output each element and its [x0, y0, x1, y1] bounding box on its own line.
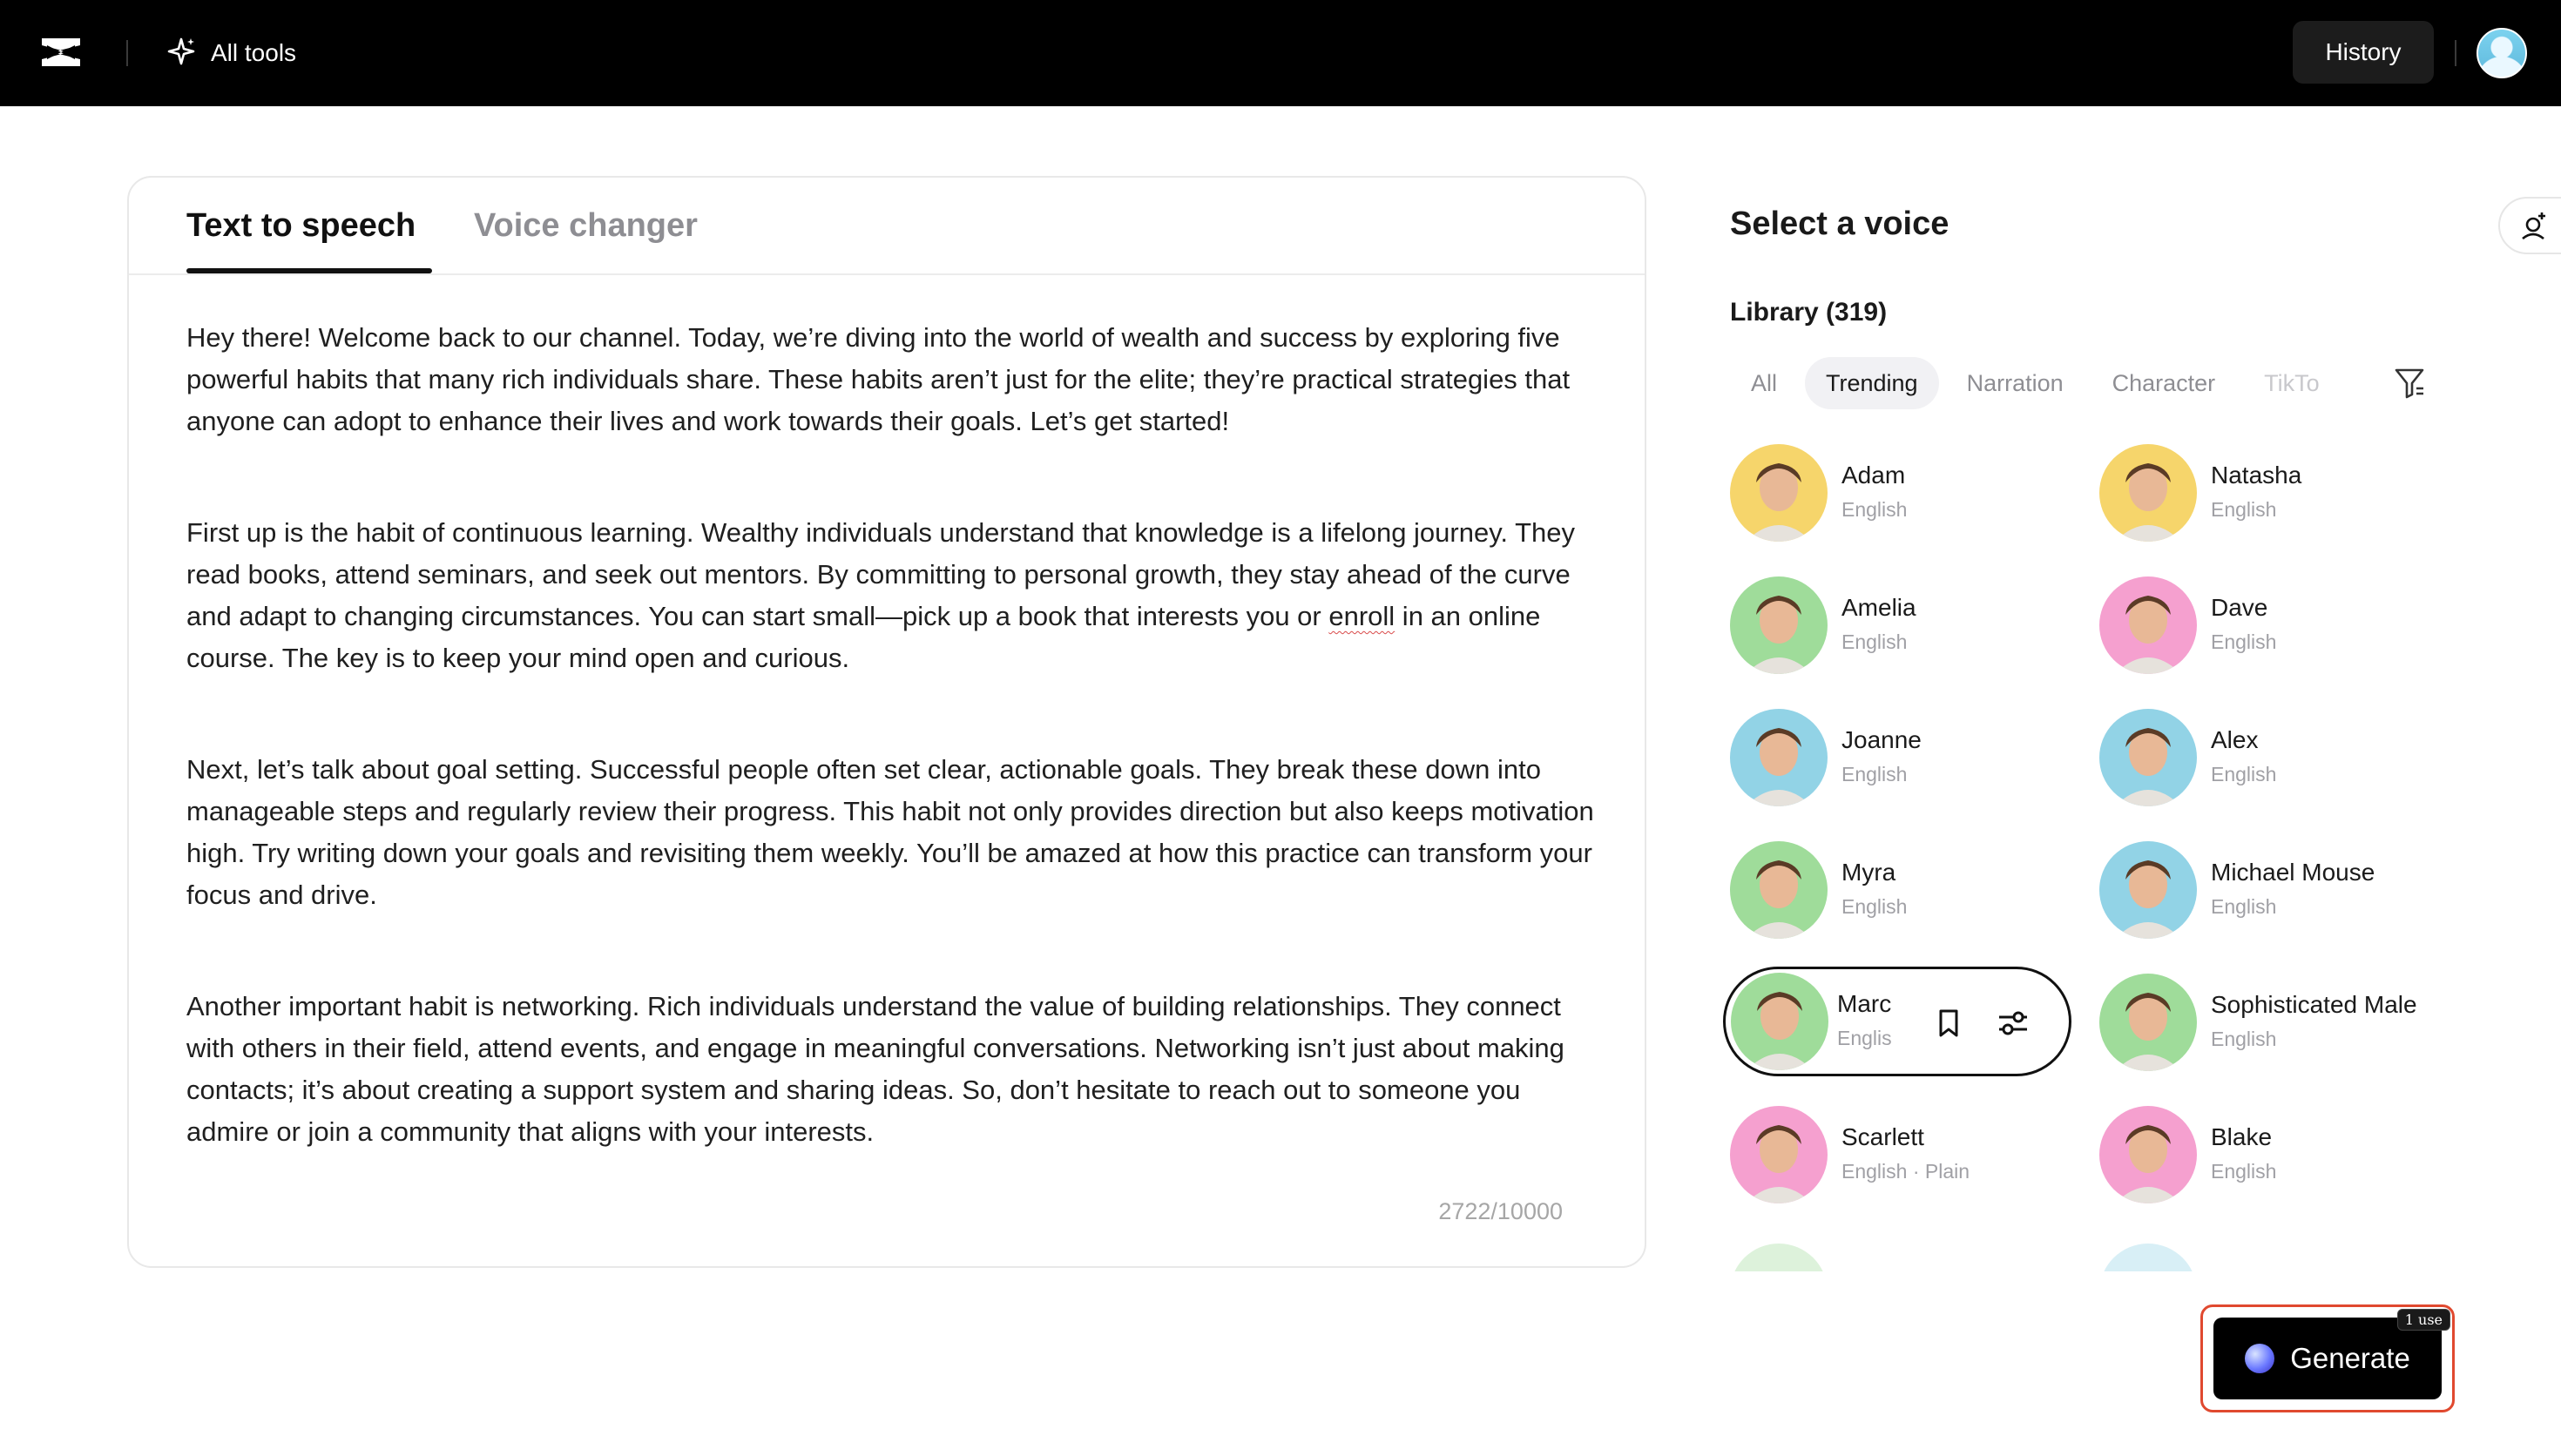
voice-avatar — [1730, 709, 1828, 806]
voice-name: Sophisticated Male — [2211, 991, 2417, 1018]
voice-card-myra[interactable]: Myra English — [1730, 838, 2078, 942]
tab-text-to-speech[interactable]: Text to speech — [186, 207, 416, 245]
voice-card-joanne[interactable]: Joanne English — [1730, 705, 2078, 810]
voice-avatar — [2099, 709, 2197, 806]
sparkle-icon — [166, 36, 197, 71]
voice-card-michael-mouse[interactable]: Michael Mouse English — [2099, 838, 2448, 942]
bookmark-icon[interactable] — [1928, 1002, 1970, 1044]
voice-name: Michael Mouse — [2211, 859, 2375, 886]
voice-name: Amelia — [1841, 594, 1916, 621]
character-count: 2722/10000 — [1438, 1198, 1563, 1224]
voice-card-dave[interactable]: Dave English — [2099, 573, 2448, 677]
voice-language: English — [2211, 630, 2277, 653]
voice-name: Dave — [2211, 594, 2268, 621]
generate-label: Generate — [2290, 1342, 2410, 1374]
paragraph: Another important habit is networking. R… — [186, 991, 1572, 1147]
chip-trending[interactable]: Trending — [1805, 357, 1939, 409]
voice-name: Alex — [2211, 726, 2259, 753]
tab-voice-changer[interactable]: Voice changer — [474, 207, 698, 245]
voice-category-chips: All Trending Narration Character TikTo — [1730, 357, 2441, 409]
voice-avatar — [2099, 841, 2197, 939]
uses-badge: 1 use — [2396, 1309, 2450, 1331]
voice-name: Scarlett — [1841, 1123, 1924, 1150]
adjust-settings-icon[interactable] — [1992, 1002, 2034, 1044]
active-tab-indicator — [186, 268, 432, 273]
voice-card-alex[interactable]: Alex English — [2099, 705, 2448, 810]
voice-avatar — [2099, 974, 2197, 1071]
paragraph: Hey there! Welcome back to our channel. … — [186, 322, 1578, 436]
voice-name: Marc — [1837, 990, 1892, 1017]
all-tools-label: All tools — [211, 39, 297, 66]
voice-language: English — [2211, 763, 2277, 785]
voice-name: Adam — [1841, 462, 1906, 489]
voice-name: Myra — [1841, 859, 1896, 886]
all-tools-button[interactable]: All tools — [166, 35, 296, 71]
chip-narration[interactable]: Narration — [1946, 357, 2085, 409]
topbar-divider — [126, 40, 128, 66]
voice-name: Blake — [2211, 1123, 2273, 1150]
misspelled-word[interactable]: enroll — [1328, 601, 1395, 631]
select-voice-title: Select a voice — [1730, 206, 1949, 242]
editor-panel: Text to speech Voice changer Hey there! … — [127, 176, 1646, 1268]
voice-language: English — [2211, 1160, 2277, 1183]
chip-all[interactable]: All — [1730, 357, 1798, 409]
voice-clone-button[interactable] — [2498, 197, 2561, 254]
voice-language: Englis — [1837, 1027, 1892, 1049]
library-heading: Library (319) — [1730, 298, 1888, 327]
voice-language: English — [1841, 763, 1908, 785]
voice-card-scarlett[interactable]: Scarlett English · Plain — [1730, 1102, 2078, 1207]
topbar-divider — [2455, 40, 2456, 66]
voice-name: Natasha — [2211, 462, 2302, 489]
chip-character[interactable]: Character — [2091, 357, 2237, 409]
voice-language: English — [1841, 630, 1908, 653]
voice-card-adam[interactable]: Adam English — [1730, 441, 2078, 545]
paragraph: Next, let’s talk about goal setting. Suc… — [186, 754, 1594, 910]
user-avatar[interactable] — [2477, 28, 2527, 78]
voice-avatar — [1731, 973, 1828, 1070]
capcut-logo-icon[interactable] — [38, 33, 84, 71]
voice-language: English — [2211, 895, 2277, 918]
top-bar: All tools History — [0, 0, 2561, 106]
voice-card-natasha[interactable]: Natasha English — [2099, 441, 2448, 545]
history-button[interactable]: History — [2293, 21, 2434, 84]
voice-language: English · Plain — [1841, 1160, 1970, 1183]
add-person-icon — [2522, 212, 2545, 240]
voice-language: English — [2211, 498, 2277, 521]
script-textarea[interactable]: Hey there! Welcome back to our channel. … — [186, 317, 1598, 1205]
voice-avatar — [1730, 444, 1828, 542]
voice-card-blake[interactable]: Blake English — [2099, 1102, 2448, 1207]
voice-avatar — [1730, 1106, 1828, 1203]
more-voices-faded-row — [1730, 1237, 2444, 1271]
voice-avatar — [2099, 444, 2197, 542]
chip-tiktok[interactable]: TikTo — [2243, 357, 2341, 409]
voice-avatar — [1730, 841, 1828, 939]
voice-avatar — [2099, 576, 2197, 674]
voice-language: English — [2211, 1028, 2277, 1050]
voice-card-marc[interactable]: Marc Englis — [1723, 967, 2071, 1076]
generate-highlight: Generate 1 use — [2200, 1304, 2455, 1412]
voice-avatar — [1730, 576, 1828, 674]
paragraph: First up is the habit of continuous lear… — [186, 517, 1583, 673]
editor-tabs: Text to speech Voice changer — [129, 178, 1645, 275]
voice-language: English — [1841, 498, 1908, 521]
orb-icon — [2245, 1344, 2275, 1373]
voice-card-amelia[interactable]: Amelia English — [1730, 573, 2078, 677]
voice-card-sophisticated-male[interactable]: Sophisticated Male English — [2099, 970, 2448, 1075]
voice-avatar — [2099, 1106, 2197, 1203]
filter-icon[interactable] — [2394, 366, 2425, 401]
voice-language: English — [1841, 895, 1908, 918]
voice-name: Joanne — [1841, 726, 1922, 753]
